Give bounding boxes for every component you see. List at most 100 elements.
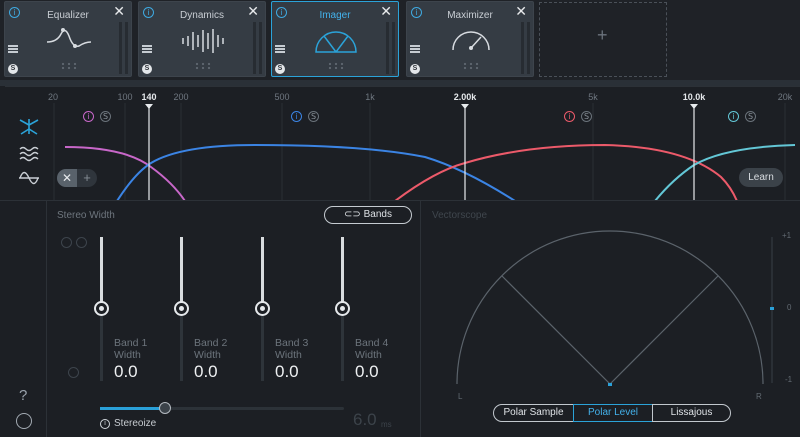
band-4-solo-button[interactable]: S xyxy=(745,111,756,122)
stereoize-delay-value[interactable]: 6.0 xyxy=(353,410,377,430)
eq-curve-icon xyxy=(46,28,92,48)
stereo-imager-mode-icon[interactable] xyxy=(18,117,40,135)
module-chain: i Equalizer ✕ S i Dynamics ✕ S i Imager … xyxy=(0,0,800,80)
meter xyxy=(386,22,389,74)
meter xyxy=(527,22,530,74)
add-band-button[interactable]: + xyxy=(77,169,97,187)
band-2-name: Band 2 xyxy=(194,337,228,349)
band-3-value[interactable]: 0.0 xyxy=(275,362,299,382)
meter xyxy=(259,22,262,74)
module-title: Equalizer xyxy=(47,10,89,21)
help-icon[interactable]: ? xyxy=(19,387,27,404)
list-icon[interactable] xyxy=(275,45,285,53)
band-2-info-icon[interactable]: i xyxy=(291,111,302,122)
solo-button[interactable]: S xyxy=(8,64,18,74)
solo-button[interactable]: S xyxy=(142,64,152,74)
band-3-name: Band 3 xyxy=(275,337,309,349)
module-title: Maximizer xyxy=(447,10,493,21)
module-title: Dynamics xyxy=(180,10,224,21)
sine-mode-icon[interactable] xyxy=(18,169,40,187)
bands-label: Bands xyxy=(363,209,392,220)
slider-fill xyxy=(100,237,103,307)
band-4-value[interactable]: 0.0 xyxy=(355,362,379,382)
link-ring-icon[interactable] xyxy=(68,367,79,378)
meter xyxy=(125,22,128,74)
meter xyxy=(392,22,395,74)
band-3-param: Width xyxy=(275,349,302,361)
learn-button[interactable]: Learn xyxy=(739,168,783,187)
drag-handle[interactable] xyxy=(462,62,480,70)
left-channel-label: L xyxy=(458,392,463,401)
scale-label: +1 xyxy=(782,231,792,240)
band-2-solo-button[interactable]: S xyxy=(308,111,319,122)
dynamics-waveform-icon xyxy=(182,29,224,53)
band-4-param: Width xyxy=(355,349,382,361)
module-dynamics[interactable]: i Dynamics ✕ S xyxy=(138,1,266,77)
meter xyxy=(119,22,122,74)
lissajous-tab[interactable]: Lissajous xyxy=(652,404,731,422)
solo-button[interactable]: S xyxy=(275,64,285,74)
history-icon[interactable] xyxy=(16,413,32,429)
band-1-value[interactable]: 0.0 xyxy=(114,362,138,382)
stereoize-fill xyxy=(100,407,165,410)
link-ring-icon[interactable] xyxy=(76,237,87,248)
band-1-solo-button[interactable]: S xyxy=(100,111,111,122)
info-icon[interactable]: i xyxy=(100,419,110,429)
gauge-icon xyxy=(452,31,490,51)
band-display[interactable]: 20 100 200 500 1k 5k 20k 140 2.00k 10.0k xyxy=(5,86,800,201)
slider-thumb[interactable] xyxy=(174,301,189,316)
module-title: Imager xyxy=(319,10,351,21)
band-3-info-icon[interactable]: i xyxy=(564,111,575,122)
list-icon[interactable] xyxy=(8,45,18,53)
meter xyxy=(521,22,524,74)
meter xyxy=(253,22,256,74)
ozone-imager-window: i Equalizer ✕ S i Dynamics ✕ S i Imager … xyxy=(0,0,800,437)
stereoize-label: Stereoize xyxy=(114,418,157,429)
lower-panel: ? Stereo Width ⊂⊃ Bands Band 1 Width 0.0… xyxy=(0,200,800,437)
scale-label: -1 xyxy=(785,375,793,384)
slider-thumb[interactable] xyxy=(255,301,270,316)
close-icon[interactable]: ✕ xyxy=(380,4,392,20)
link-ring-icon[interactable] xyxy=(61,237,72,248)
band-1-param: Width xyxy=(114,349,141,361)
scale-label: 0 xyxy=(787,303,792,312)
band-2-value[interactable]: 0.0 xyxy=(194,362,218,382)
stereoize-thumb[interactable] xyxy=(159,402,171,414)
slider-fill xyxy=(261,237,264,307)
close-icon[interactable]: ✕ xyxy=(515,4,527,20)
remove-band-button[interactable]: ✕ xyxy=(57,169,77,187)
close-icon[interactable]: ✕ xyxy=(113,4,125,20)
add-module-icon[interactable]: + xyxy=(597,25,608,46)
left-toolbar: ? xyxy=(0,201,47,437)
drag-handle[interactable] xyxy=(60,62,78,70)
polar-sample-tab[interactable]: Polar Sample xyxy=(493,404,574,422)
stereo-width-title: Stereo Width xyxy=(57,210,115,221)
bands-link-button[interactable]: ⊂⊃ Bands xyxy=(324,206,412,224)
module-maximizer[interactable]: i Maximizer ✕ S xyxy=(406,1,534,77)
band-add-remove: ✕ + xyxy=(57,169,97,187)
band-4-info-icon[interactable]: i xyxy=(728,111,739,122)
stereoize-delay-unit: ms xyxy=(381,420,392,429)
list-icon[interactable] xyxy=(142,45,152,53)
right-channel-label: R xyxy=(756,392,762,401)
solo-button[interactable]: S xyxy=(410,64,420,74)
waveform-mode-icon[interactable] xyxy=(18,144,40,162)
polar-level-tab[interactable]: Polar Level xyxy=(573,404,653,422)
drag-handle[interactable] xyxy=(327,62,345,70)
band-4-name: Band 4 xyxy=(355,337,389,349)
list-icon[interactable] xyxy=(410,45,420,53)
band-3-solo-button[interactable]: S xyxy=(581,111,592,122)
slider-thumb[interactable] xyxy=(94,301,109,316)
slider-fill xyxy=(341,237,344,307)
module-imager[interactable]: i Imager ✕ S xyxy=(271,1,399,77)
slider-fill xyxy=(180,237,183,307)
band-2-param: Width xyxy=(194,349,221,361)
drag-handle[interactable] xyxy=(194,62,212,70)
close-icon[interactable]: ✕ xyxy=(247,4,259,20)
band-1-info-icon[interactable]: i xyxy=(83,111,94,122)
vectorscope-display xyxy=(456,230,774,386)
band-curves xyxy=(53,103,796,201)
slider-thumb[interactable] xyxy=(335,301,350,316)
band-1-name: Band 1 xyxy=(114,337,148,349)
module-equalizer[interactable]: i Equalizer ✕ S xyxy=(4,1,132,77)
